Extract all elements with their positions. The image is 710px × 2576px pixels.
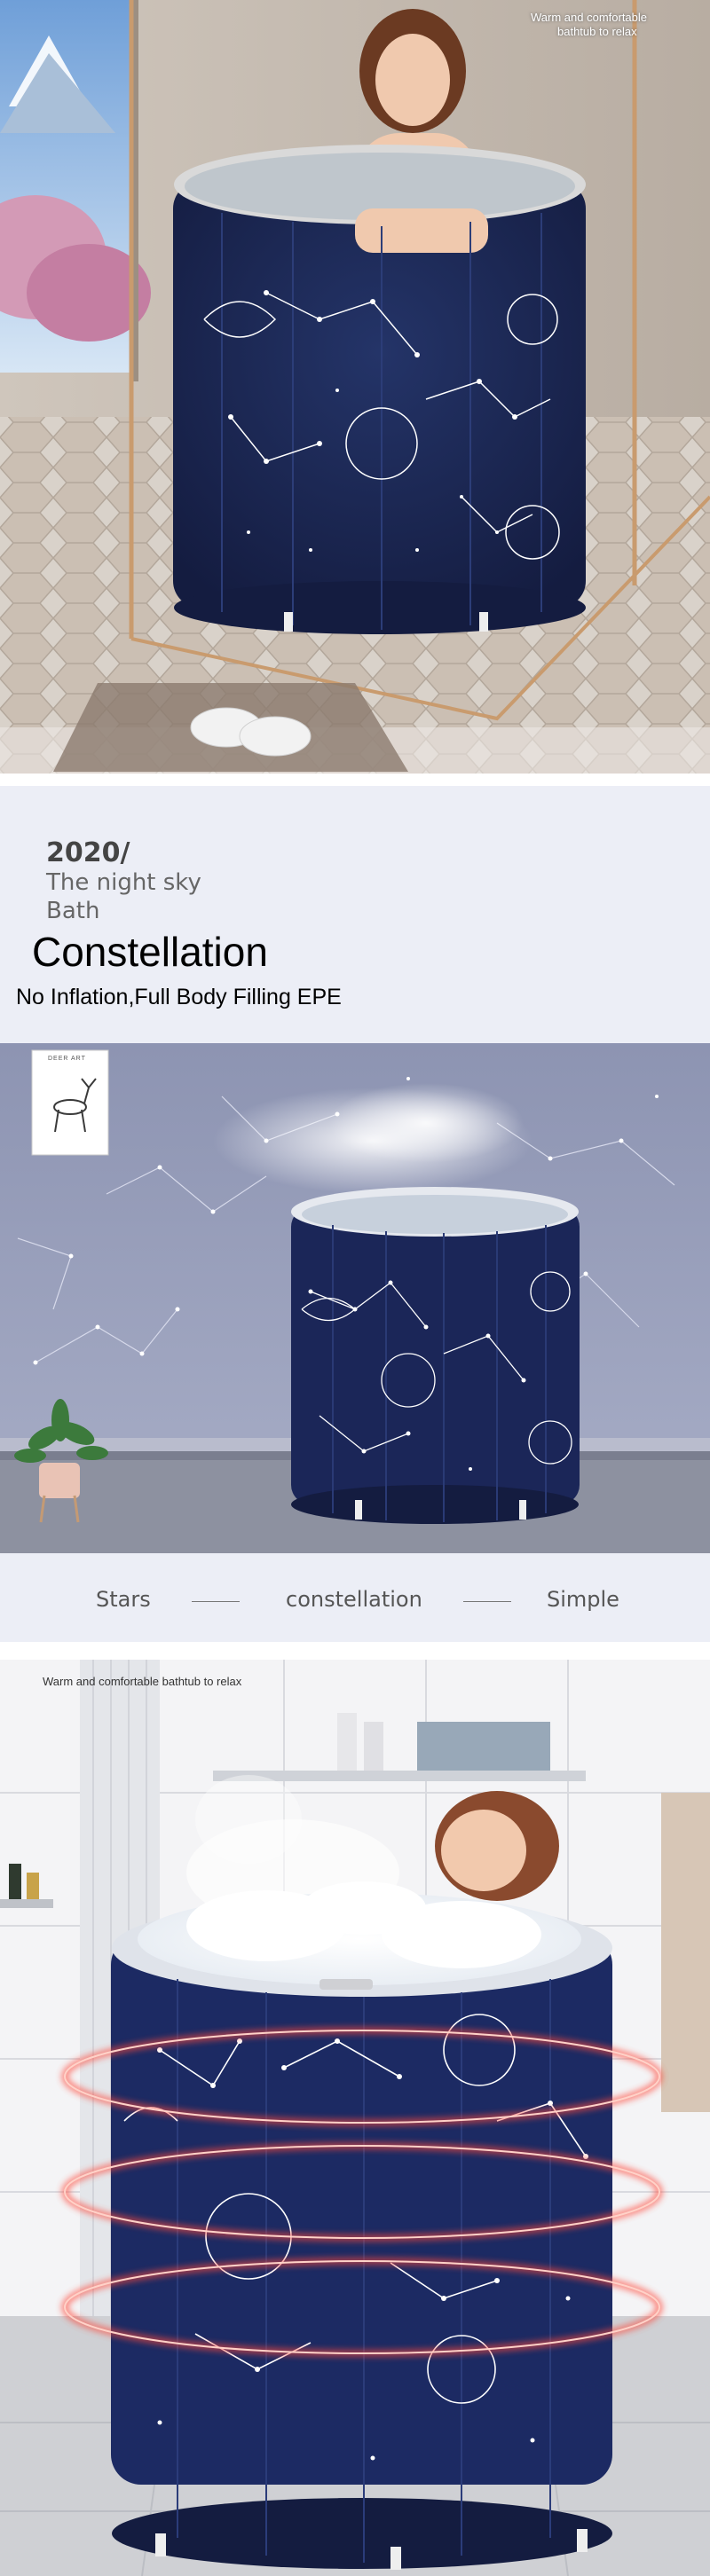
hero-scene: [0, 0, 710, 774]
poster-title: DEER ART: [48, 1056, 86, 1062]
intro-title: Constellation: [32, 929, 268, 975]
feature-divider: [463, 1601, 511, 1602]
intro-description: No Inflation,Full Body Filling EPE: [16, 985, 342, 1009]
feature-divider: [192, 1601, 240, 1602]
hero-section: Warm and comfortable bathtub to relax: [0, 0, 710, 774]
feature-simple: Simple: [547, 1587, 619, 1612]
intro-subtitle-line1: The night sky: [46, 869, 201, 896]
room-section: DEER ART: [0, 1043, 710, 1553]
intro-section: 2020/ The night sky Bath Constellation N…: [0, 786, 710, 1043]
feature-stars: Stars: [96, 1587, 151, 1612]
bathroom-section: Warm and comfortable bathtub to relax: [0, 1660, 710, 2576]
feature-constellation: constellation: [286, 1587, 422, 1612]
hero-tagline-line1: Warm and comfortable: [531, 11, 648, 24]
bathroom-scene: [0, 1660, 710, 2576]
bathroom-tagline: Warm and comfortable bathtub to relax: [43, 1675, 242, 1688]
features-section: Stars constellation Simple: [0, 1553, 710, 1642]
hero-tagline-line2: bathtub to relax: [557, 25, 637, 38]
intro-year: 2020/: [46, 837, 130, 868]
intro-subtitle-line2: Bath: [46, 898, 100, 924]
room-scene: [0, 1043, 710, 1553]
